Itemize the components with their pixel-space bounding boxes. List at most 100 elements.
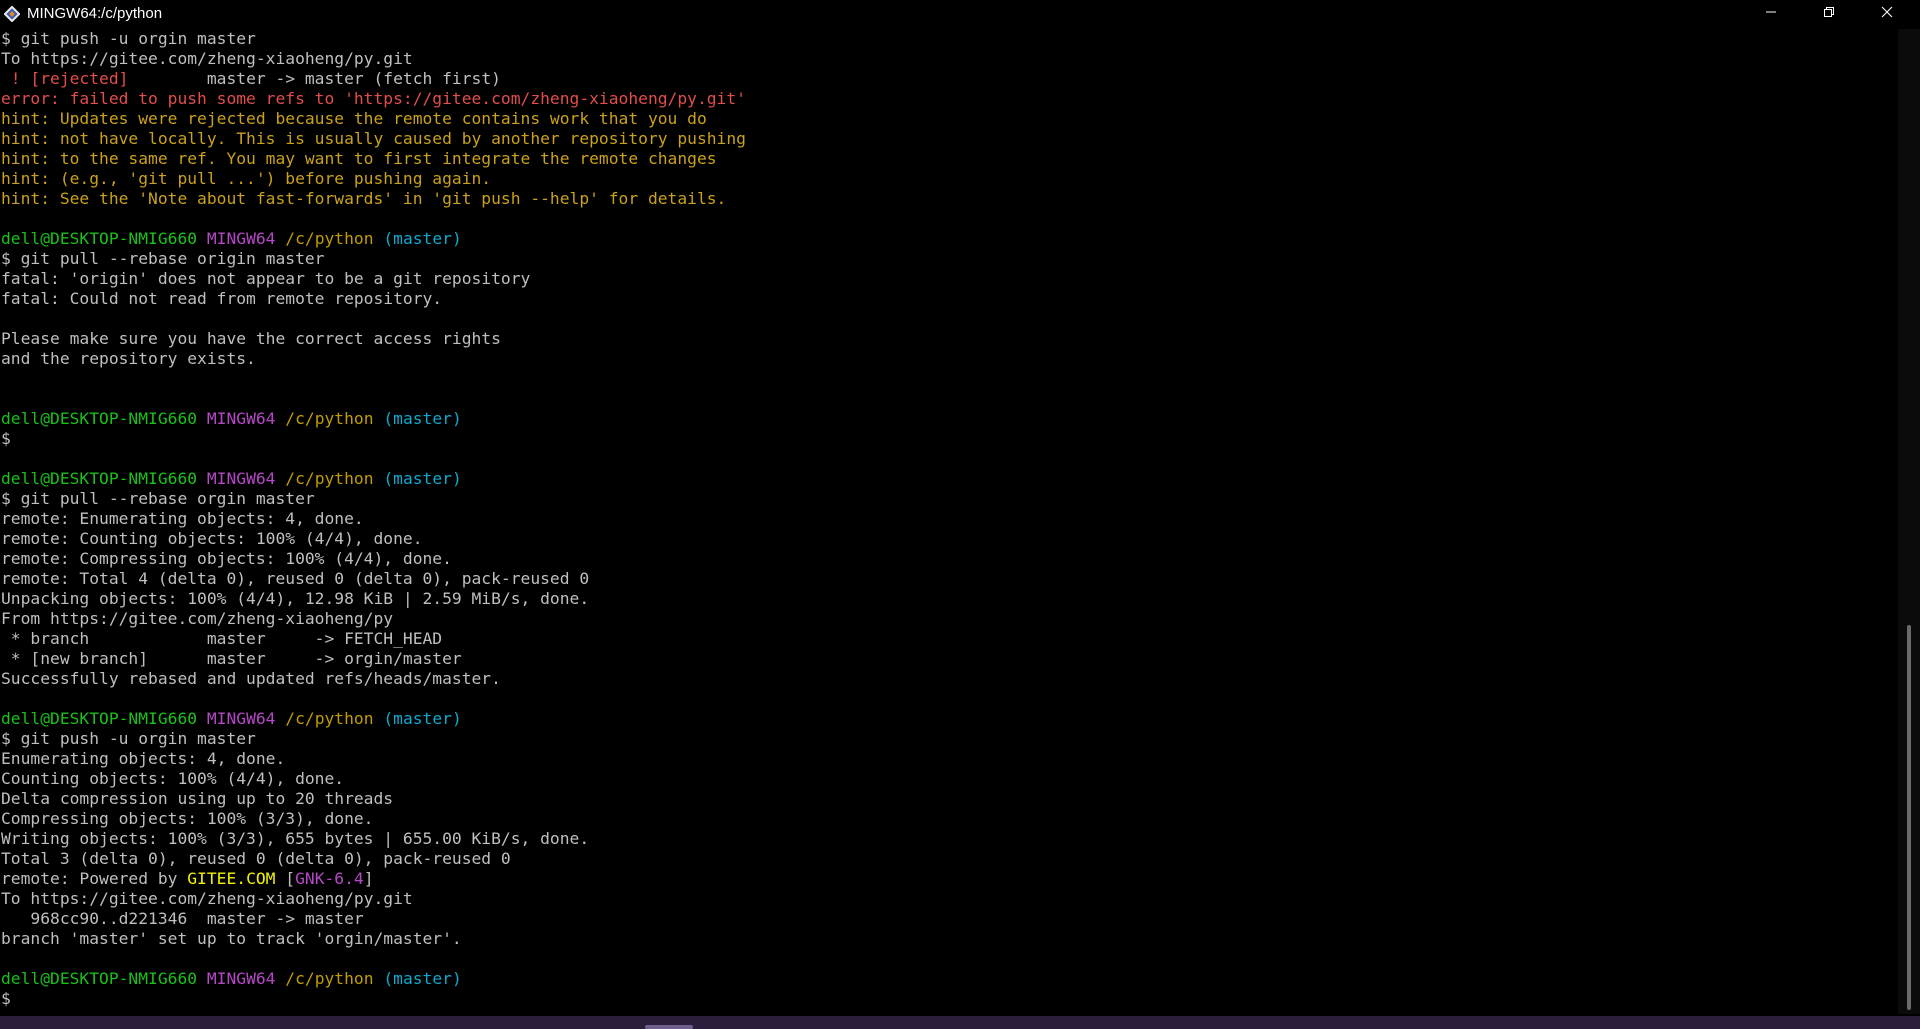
- terminal-text: Total 3 (delta 0), reused 0 (delta 0), p…: [1, 849, 511, 868]
- terminal-line: hint: See the 'Note about fast-forwards'…: [1, 189, 1896, 209]
- terminal-line: hint: Updates were rejected because the …: [1, 109, 1896, 129]
- terminal-line: and the repository exists.: [1, 349, 1896, 369]
- terminal-text: GNK-6.4: [295, 869, 364, 888]
- terminal-text: (master): [383, 409, 462, 428]
- terminal-text: $: [1, 989, 11, 1007]
- terminal-text: (master): [383, 469, 462, 488]
- restore-icon: [1823, 5, 1835, 23]
- terminal-text: remote: Counting objects: 100% (4/4), do…: [1, 529, 423, 548]
- title-bar[interactable]: MINGW64:/c/python: [0, 0, 1920, 28]
- terminal-text: From https://gitee.com/zheng-xiaoheng/py: [1, 609, 394, 628]
- terminal-text: (master): [383, 229, 462, 248]
- terminal-text: (master): [383, 969, 462, 988]
- terminal-line: ! [rejected] master -> master (fetch fir…: [1, 69, 1896, 89]
- terminal-text: Counting objects: 100% (4/4), done.: [1, 769, 345, 788]
- terminal-text: Please make sure you have the correct ac…: [1, 329, 501, 348]
- taskbar-active-indicator: [645, 1025, 693, 1029]
- terminal-text: hint: (e.g., 'git pull ...') before push…: [1, 169, 492, 188]
- terminal-text: 968cc90..d221346 master -> master: [1, 909, 364, 928]
- terminal-text: MINGW64: [206, 229, 276, 248]
- restore-button[interactable]: [1806, 0, 1852, 28]
- terminal-text: fatal: Could not read from remote reposi…: [1, 289, 443, 308]
- terminal-text: remote: Total 4 (delta 0), reused 0 (del…: [1, 569, 590, 588]
- scrollbar-thumb[interactable]: [1907, 625, 1911, 1010]
- terminal-text: error: failed to push some refs to 'http…: [1, 89, 746, 108]
- terminal-line: Delta compression using up to 20 threads: [1, 789, 1896, 809]
- terminal-line: Unpacking objects: 100% (4/4), 12.98 KiB…: [1, 589, 1896, 609]
- terminal-text: $ git pull --rebase orgin master: [1, 489, 315, 508]
- terminal-text: $: [1, 429, 11, 448]
- terminal-line: hint: not have locally. This is usually …: [1, 129, 1896, 149]
- terminal-line: $: [1, 989, 1896, 1007]
- terminal-text: Compressing objects: 100% (3/3), done.: [1, 809, 374, 828]
- taskbar-edge: [0, 1016, 1920, 1029]
- terminal-text: $ git push -u orgin master: [1, 729, 256, 748]
- minimize-icon: [1765, 5, 1777, 23]
- terminal-text: ]: [363, 869, 374, 888]
- terminal-line: 968cc90..d221346 master -> master: [1, 909, 1896, 929]
- terminal-output[interactable]: $ git push -u orgin master To https://git…: [1, 29, 1896, 1007]
- terminal-text: * [new branch] master -> orgin/master: [1, 649, 462, 668]
- minimize-button[interactable]: [1748, 0, 1794, 28]
- terminal-text: * branch master -> FETCH_HEAD: [1, 629, 443, 648]
- terminal-line: Please make sure you have the correct ac…: [1, 329, 1896, 349]
- terminal-text: hint: Updates were rejected because the …: [1, 109, 707, 128]
- terminal-text: /c/python: [285, 229, 374, 248]
- git-bash-icon: [3, 5, 21, 23]
- terminal-text: Unpacking objects: 100% (4/4), 12.98 KiB…: [1, 589, 590, 608]
- terminal-line: Counting objects: 100% (4/4), done.: [1, 769, 1896, 789]
- terminal-line: dell@DESKTOP-NMIG660 MINGW64 /c/python (…: [1, 409, 1896, 429]
- terminal-text: [: [275, 869, 296, 888]
- close-button[interactable]: [1864, 0, 1910, 28]
- terminal-text: remote: Compressing objects: 100% (4/4),…: [1, 549, 452, 568]
- terminal-text: branch 'master' set up to track 'orgin/m…: [1, 929, 462, 948]
- terminal-text: MINGW64: [206, 709, 276, 728]
- terminal-line: To https://gitee.com/zheng-xiaoheng/py.g…: [1, 889, 1896, 909]
- terminal-text: GITEE.COM: [187, 869, 276, 888]
- terminal-line: * branch master -> FETCH_HEAD: [1, 629, 1896, 649]
- terminal-text: dell@DESKTOP-NMIG660: [1, 709, 198, 728]
- terminal-text: /c/python: [285, 969, 374, 988]
- terminal-line: $ git push -u orgin master: [1, 29, 1896, 49]
- terminal-text: Enumerating objects: 4, done.: [1, 749, 286, 768]
- terminal-line: Enumerating objects: 4, done.: [1, 749, 1896, 769]
- terminal-line: branch 'master' set up to track 'orgin/m…: [1, 929, 1896, 949]
- terminal-text: ! [rejected]: [1, 69, 207, 88]
- terminal-text: remote: Powered by: [1, 869, 188, 888]
- terminal-text: To https://gitee.com/zheng-xiaoheng/py.g…: [1, 889, 413, 908]
- terminal-text: dell@DESKTOP-NMIG660: [1, 969, 198, 988]
- terminal-line: remote: Enumerating objects: 4, done.: [1, 509, 1896, 529]
- terminal-line: hint: (e.g., 'git pull ...') before push…: [1, 169, 1896, 189]
- terminal-line: dell@DESKTOP-NMIG660 MINGW64 /c/python (…: [1, 229, 1896, 249]
- terminal-line: From https://gitee.com/zheng-xiaoheng/py: [1, 609, 1896, 629]
- terminal-line: hint: to the same ref. You may want to f…: [1, 149, 1896, 169]
- terminal-line: fatal: Could not read from remote reposi…: [1, 289, 1896, 309]
- terminal-text: /c/python: [285, 469, 374, 488]
- terminal-text: hint: to the same ref. You may want to f…: [1, 149, 717, 168]
- close-icon: [1881, 5, 1893, 23]
- terminal-line: Compressing objects: 100% (3/3), done.: [1, 809, 1896, 829]
- terminal-line: To https://gitee.com/zheng-xiaoheng/py.g…: [1, 49, 1896, 69]
- terminal-window: MINGW64:/c/python $ git push -u orgin ma…: [0, 0, 1920, 1029]
- terminal-line: Total 3 (delta 0), reused 0 (delta 0), p…: [1, 849, 1896, 869]
- terminal-line: dell@DESKTOP-NMIG660 MINGW64 /c/python (…: [1, 469, 1896, 489]
- terminal-text: To https://gitee.com/zheng-xiaoheng/py.g…: [1, 49, 413, 68]
- terminal-line: Writing objects: 100% (3/3), 655 bytes |…: [1, 829, 1896, 849]
